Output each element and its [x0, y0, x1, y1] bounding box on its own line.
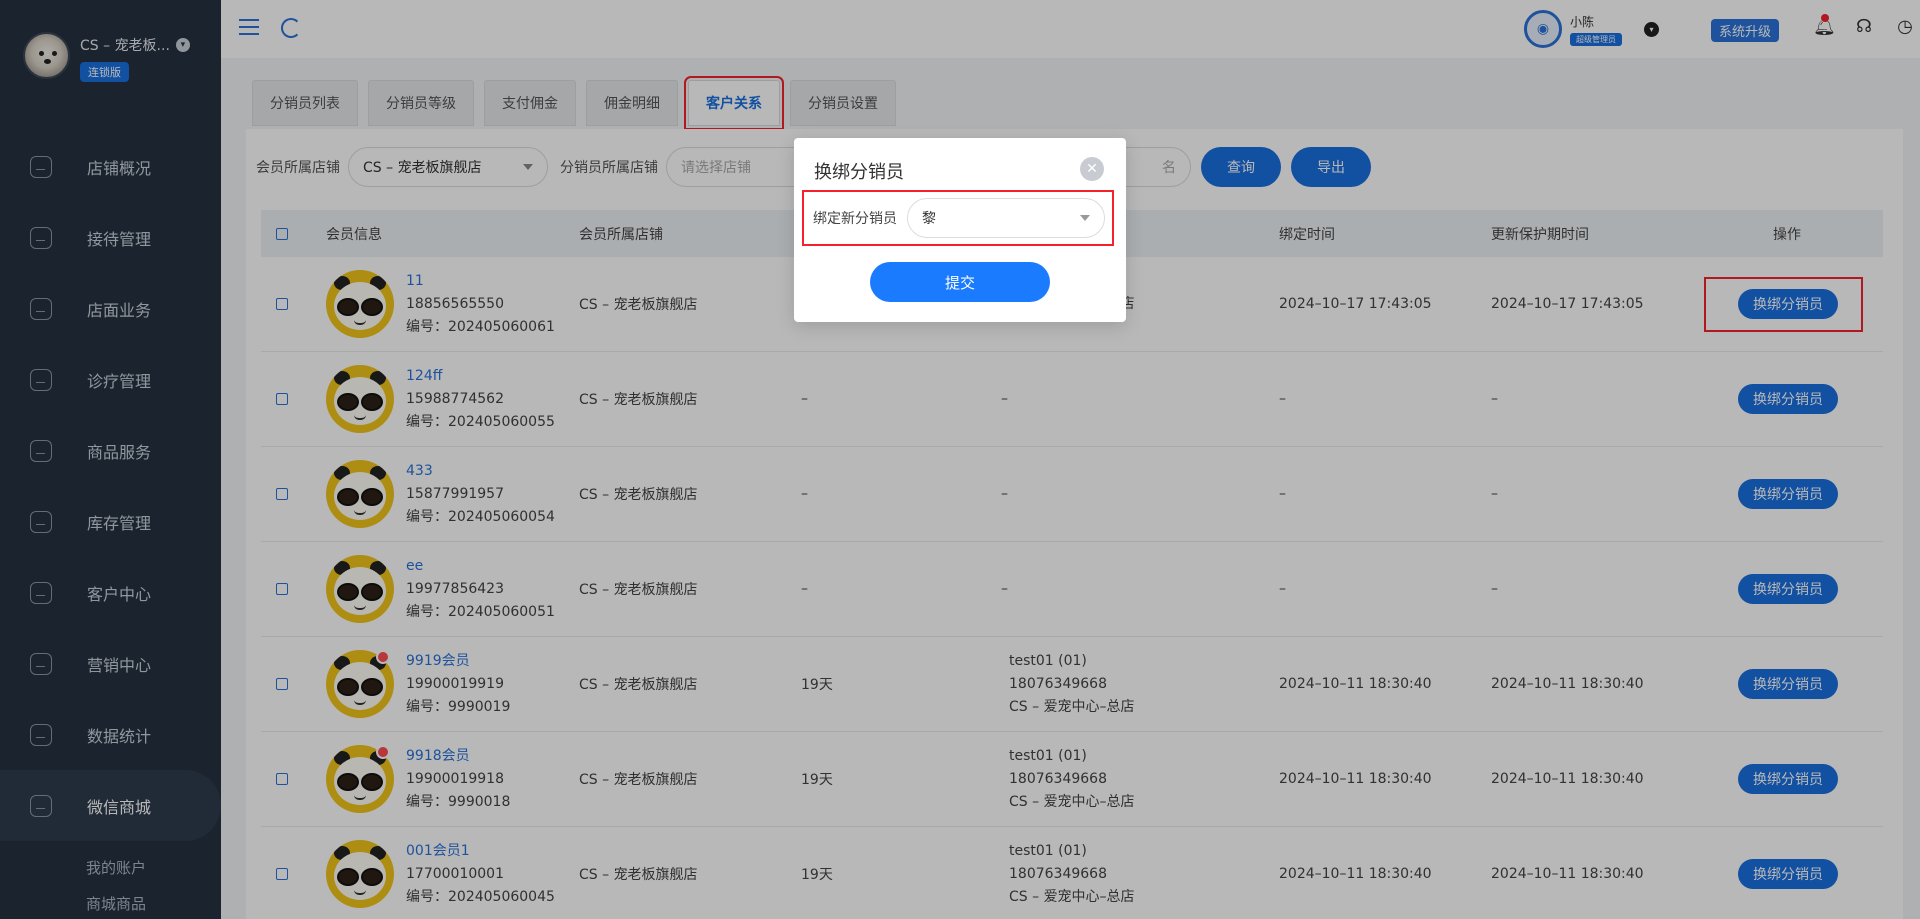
- chevron-down-icon: [1080, 215, 1090, 221]
- dialog-title: 换绑分销员: [814, 162, 904, 183]
- rebind-distributor-dialog: 换绑分销员 ✕ 绑定新分销员 黎 提交: [794, 138, 1126, 322]
- new-distributor-field: 绑定新分销员 黎: [802, 190, 1114, 246]
- new-distributor-value: 黎: [922, 211, 936, 227]
- close-icon[interactable]: ✕: [1080, 157, 1104, 181]
- new-distributor-label: 绑定新分销员: [813, 211, 897, 227]
- submit-button[interactable]: 提交: [870, 262, 1050, 302]
- new-distributor-select[interactable]: 黎: [907, 198, 1105, 238]
